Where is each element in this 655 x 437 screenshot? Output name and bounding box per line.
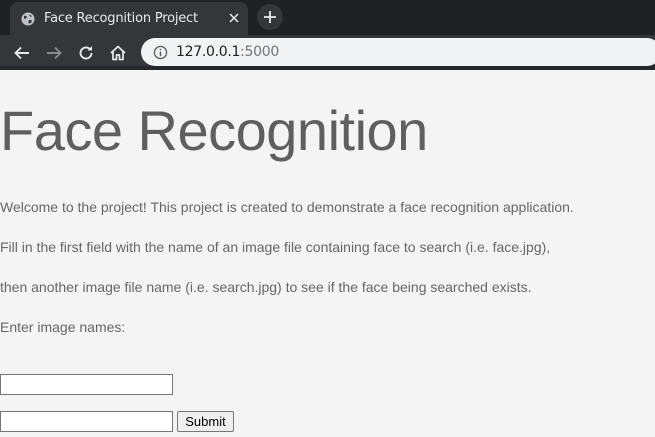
forward-arrow-icon xyxy=(45,44,63,62)
instruction-text-1: Fill in the first field with the name of… xyxy=(0,239,551,255)
instruction-text-2: then another image file name (i.e. searc… xyxy=(0,279,532,295)
reload-icon xyxy=(77,44,95,62)
page-content: Face Recognition Welcome to the project!… xyxy=(0,70,655,437)
reload-button[interactable] xyxy=(76,43,96,63)
home-icon xyxy=(109,44,127,62)
plus-icon xyxy=(263,10,277,24)
face-image-input[interactable] xyxy=(0,374,173,395)
browser-tab[interactable]: Face Recognition Project xyxy=(10,2,248,35)
info-icon[interactable] xyxy=(152,44,168,60)
new-tab-button[interactable] xyxy=(257,4,283,30)
address-bar[interactable]: 127.0.0.1:5000 xyxy=(141,38,655,66)
forward-button[interactable] xyxy=(44,43,64,63)
page-title: Face Recognition xyxy=(0,99,428,162)
home-button[interactable] xyxy=(108,43,128,63)
globe-icon xyxy=(20,11,36,27)
url-host: 127.0.0.1 xyxy=(176,44,241,60)
tab-strip: Face Recognition Project xyxy=(0,0,655,35)
url-port: :5000 xyxy=(240,44,279,60)
tab-title: Face Recognition Project xyxy=(44,11,198,26)
intro-text: Welcome to the project! This project is … xyxy=(0,199,574,215)
back-arrow-icon xyxy=(13,44,31,62)
prompt-label: Enter image names: xyxy=(0,319,126,335)
back-button[interactable] xyxy=(12,43,32,63)
search-image-input[interactable] xyxy=(0,411,173,432)
close-icon[interactable] xyxy=(226,10,242,26)
submit-button[interactable]: Submit xyxy=(177,411,234,432)
